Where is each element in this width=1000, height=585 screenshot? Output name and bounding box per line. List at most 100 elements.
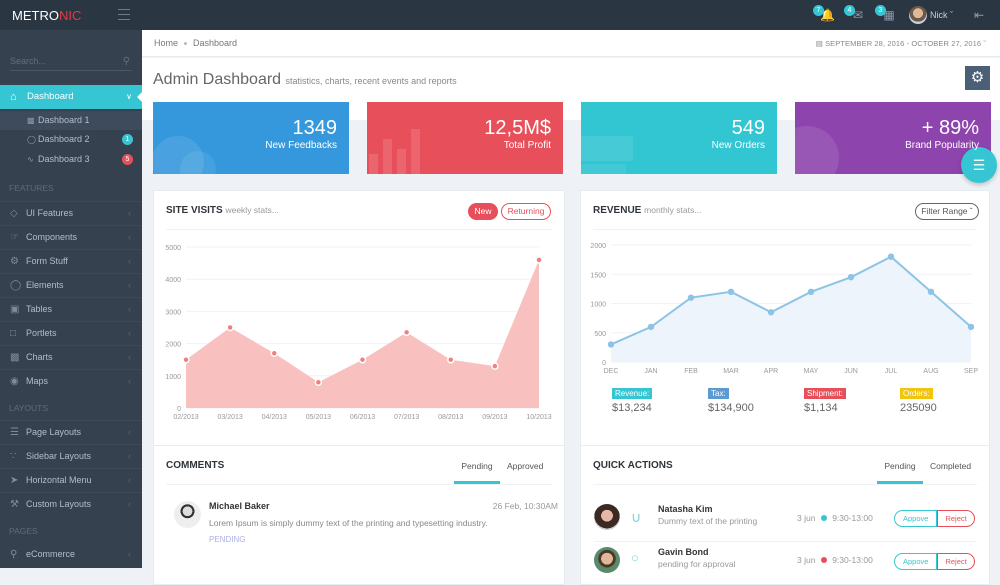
approve-button[interactable]: Appove <box>894 510 938 527</box>
sidebar-item-dashboard[interactable]: ⌂ Dashboard ∨ <box>0 85 143 109</box>
sidebar-item-form-stuff[interactable]: ⚙ Form Stuff ‹ <box>0 249 142 273</box>
reject-button[interactable]: Reject <box>937 553 975 570</box>
data-point <box>314 378 323 386</box>
logout-icon[interactable]: ⇤ <box>972 8 986 22</box>
user-menu[interactable]: Nick ˇ <box>930 10 953 20</box>
portlet-title: COMMENTS <box>166 460 225 471</box>
action-name[interactable]: Gavin Bond <box>658 547 709 557</box>
tab-pending[interactable]: Pending <box>454 461 500 484</box>
new-visits-button[interactable]: New <box>468 203 498 220</box>
sidebar-subitem-label: Dashboard 3 <box>38 154 90 164</box>
x-tick-label: MAY <box>804 368 819 375</box>
data-point <box>491 362 499 370</box>
main-content: Home Dashboard ▤ SEPTEMBER 28, 2016 - OCT… <box>142 30 1000 585</box>
reject-button[interactable]: Reject <box>937 510 975 527</box>
calendar-icon: ▤ <box>815 39 823 48</box>
feed-icon: ∵ <box>10 451 17 462</box>
logo[interactable]: METRONIC <box>12 8 81 23</box>
settings-button[interactable]: ⚙ <box>965 66 990 90</box>
shipment-label: Shipment: <box>804 388 847 399</box>
y-tick-label: 3000 <box>165 309 181 316</box>
magnet-icon: ∪ <box>631 509 642 525</box>
sidebar-item-charts[interactable]: ▩ Charts ‹ <box>0 345 142 369</box>
x-tick-label: JUL <box>885 368 898 375</box>
bar-chart-icon: ▩ <box>10 352 20 363</box>
sidebar-item-label: Maps <box>26 376 49 386</box>
data-point <box>226 323 234 332</box>
comments-portlet: COMMENTS Pending Approved Michael Baker … <box>153 445 565 585</box>
sidebar-subitem-dashboard-2[interactable]: ◯ Dashboard 2 1 <box>0 130 142 149</box>
quick-sidebar-toggle[interactable]: ☰ <box>961 147 997 183</box>
sidebar-item-elements[interactable]: ◯ Elements ‹ <box>0 273 142 297</box>
action-time: 9:30-13:00 <box>832 555 873 565</box>
sidebar-item-ui-features[interactable]: ◇ UI Features ‹ <box>0 201 142 225</box>
stat-card-profit[interactable]: 12,5M$ Total Profit <box>367 102 563 174</box>
action-desc: Dummy text of the printing <box>658 516 758 526</box>
sidebar-item-portlets[interactable]: □ Portlets ‹ <box>0 321 142 345</box>
action-schedule: 3 jun 9:30-13:00 <box>797 513 873 523</box>
y-tick-label: 2000 <box>590 243 606 250</box>
portlet-subtitle: weekly stats... <box>225 205 279 215</box>
bell-icon[interactable]: 🔔 7 <box>813 5 835 22</box>
returning-visits-button[interactable]: Returning <box>501 203 551 220</box>
stat-card-orders[interactable]: 549 New Orders <box>581 102 777 174</box>
sidebar-search-input[interactable]: Search... ⚲ <box>10 56 132 71</box>
tab-approved[interactable]: Approved <box>507 461 543 481</box>
breadcrumb-home[interactable]: Home <box>154 38 178 48</box>
y-tick-label: 4000 <box>165 277 181 284</box>
orders-value: 235090 <box>900 402 937 414</box>
approve-button[interactable]: Appove <box>894 553 938 570</box>
sidebar-item-sidebar-layouts[interactable]: ∵ Sidebar Layouts ‹ <box>0 444 142 468</box>
section-heading-pages: PAGES <box>9 526 38 536</box>
sidebar-subitem-dashboard-3[interactable]: ∿ Dashboard 3 5 <box>0 150 142 169</box>
sidebar-item-label: Custom Layouts <box>26 499 92 509</box>
quick-actions-portlet: QUICK ACTIONS Pending Completed ∪ Natash… <box>580 445 990 585</box>
gavin-avatar <box>594 547 620 573</box>
data-point <box>402 328 411 337</box>
tab-pending[interactable]: Pending <box>877 461 923 484</box>
x-tick-label: FEB <box>684 368 698 375</box>
sidebar-item-page-layouts[interactable]: ☰ Page Layouts ‹ <box>0 420 142 444</box>
action-name[interactable]: Natasha Kim <box>658 504 713 514</box>
menu-toggle-icon[interactable] <box>118 9 130 20</box>
calendar-icon[interactable]: ▦ 3 <box>875 5 896 22</box>
data-point <box>927 288 935 295</box>
sidebar-subitem-dashboard-1[interactable]: ▩ Dashboard 1 <box>0 111 142 130</box>
sidebar: Search... ⚲ ⌂ Dashboard ∨ ▩ Dashboard 1 ◯ D… <box>0 30 143 568</box>
sidebar-subitem-label: Dashboard 2 <box>38 134 90 144</box>
stat-card-feedbacks[interactable]: 1349 New Feedbacks <box>153 102 349 174</box>
envelope-icon[interactable]: ✉ 4 <box>844 5 865 22</box>
portlet-title: SITE VISITS weekly stats... <box>166 205 279 216</box>
sidebar-item-components[interactable]: ☞ Components ‹ <box>0 225 142 249</box>
comment-text: Lorem Ipsum is simply dummy text of the … <box>209 518 488 528</box>
commenter-name[interactable]: Michael Baker <box>209 501 270 511</box>
divider <box>593 229 977 230</box>
chevron-left-icon: ‹ <box>128 352 131 362</box>
bar-chart-icon: ▩ <box>27 116 35 125</box>
wrench-icon: ⚒ <box>10 499 19 510</box>
filter-range-dropdown[interactable]: Filter Range ˇ <box>915 203 979 220</box>
menu-icon: ☰ <box>972 157 986 173</box>
commenter-avatar <box>174 501 201 528</box>
chevron-left-icon: ‹ <box>128 304 131 314</box>
revenue-label: Revenue: <box>612 388 653 399</box>
sidebar-item-label: Charts <box>26 352 53 362</box>
action-date: 3 jun <box>797 555 816 565</box>
tab-completed[interactable]: Completed <box>930 461 971 481</box>
logo-text: METRO <box>12 8 59 23</box>
logo-text-accent: NIC <box>58 8 82 23</box>
y-tick-label: 0 <box>177 406 181 413</box>
x-tick-label: 02/2013 <box>173 414 198 421</box>
sidebar-item-horizontal-menu[interactable]: ➤ Horizontal Menu ‹ <box>0 468 142 492</box>
user-avatar[interactable] <box>909 6 927 24</box>
sidebar-item-custom-layouts[interactable]: ⚒ Custom Layouts ‹ <box>0 492 142 516</box>
chevron-left-icon: ‹ <box>128 549 131 559</box>
sidebar-item-maps[interactable]: ◉ Maps ‹ <box>0 369 142 393</box>
date-range-picker[interactable]: ▤ SEPTEMBER 28, 2016 - OCTOBER 27, 2016 … <box>816 39 986 48</box>
search-icon[interactable]: ⚲ <box>123 56 130 67</box>
sidebar-item-label: eCommerce <box>26 549 76 559</box>
stat-value: + 89% <box>921 117 979 139</box>
sidebar-item-tables[interactable]: ▣ Tables ‹ <box>0 297 142 321</box>
sidebar-item-ecommerce[interactable]: ⚲ eCommerce ‹ <box>0 543 142 567</box>
x-tick-label: APR <box>764 368 778 375</box>
